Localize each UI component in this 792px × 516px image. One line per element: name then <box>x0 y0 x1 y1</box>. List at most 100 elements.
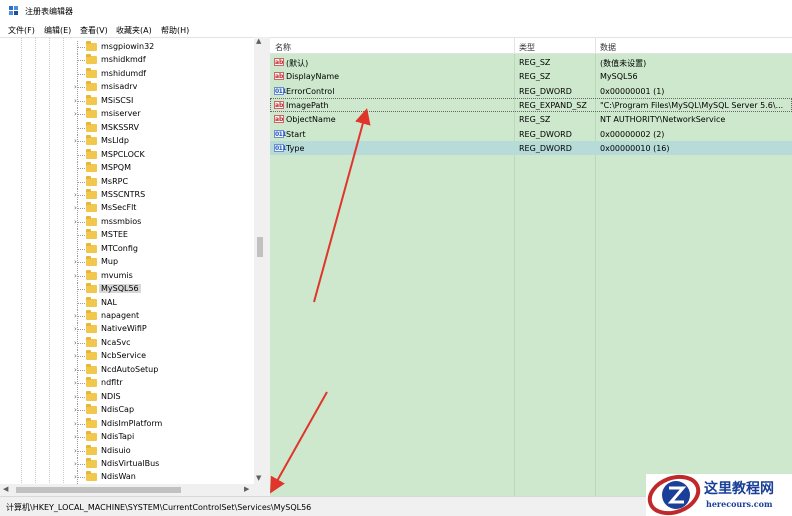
tree-item-label: msiserver <box>101 109 141 119</box>
chevron-right-icon[interactable]: › <box>74 137 77 145</box>
chevron-right-icon[interactable]: › <box>74 433 77 441</box>
tree-item[interactable]: › NdisTapi <box>0 431 254 445</box>
tree-item[interactable]: › Ndisuio <box>0 444 254 458</box>
tree-item[interactable]: › NcbService <box>0 350 254 364</box>
chevron-right-icon[interactable]: › <box>74 110 77 118</box>
tree-item[interactable]: › MSiSCSI <box>0 94 254 108</box>
value-data: 0x00000002 (2) <box>600 129 665 139</box>
tree-item[interactable]: MSKSSRV <box>0 121 254 135</box>
chevron-right-icon[interactable]: › <box>74 447 77 455</box>
tree-item[interactable]: MSTEE <box>0 229 254 243</box>
chevron-right-icon[interactable]: › <box>74 83 77 91</box>
tree-connector <box>77 188 85 202</box>
registry-values-list[interactable]: 名称 类型 数据 ab (默认) REG_SZ (数值未设置) ab DisplayNam… <box>270 37 792 497</box>
column-type-header[interactable]: 类型 <box>519 42 535 53</box>
chevron-right-icon[interactable]: › <box>74 218 77 226</box>
folder-icon <box>86 135 97 146</box>
scroll-left-icon[interactable]: ◀ <box>3 485 8 493</box>
tree-connector <box>77 377 85 391</box>
tree-horizontal-scrollbar[interactable]: ◀ ▶ <box>0 484 266 496</box>
tree-item[interactable]: NAL <box>0 296 254 310</box>
value-name: ObjectName <box>286 115 336 125</box>
tree-item[interactable]: › MsSecFlt <box>0 202 254 216</box>
tree-item[interactable]: MsRPC <box>0 175 254 189</box>
tree-item-label: ndfltr <box>101 378 123 388</box>
column-name-header[interactable]: 名称 <box>275 42 291 53</box>
tree-item[interactable]: › mssmbios <box>0 215 254 229</box>
scroll-down-icon[interactable]: ▼ <box>256 474 261 482</box>
chevron-right-icon[interactable]: › <box>74 325 77 333</box>
value-row[interactable]: ab (默认) REG_SZ (数值未设置) <box>270 55 792 69</box>
value-data: (数值未设置) <box>600 59 647 68</box>
tree-horizontal-scroll-thumb[interactable] <box>16 487 181 493</box>
menu-file[interactable]: 文件(F) <box>8 25 35 36</box>
tree-item[interactable]: › NdisCap <box>0 404 254 418</box>
tree-item-label: NdisWan <box>101 472 136 482</box>
tree-item[interactable]: MySQL56 <box>0 283 254 297</box>
tree-item-label: mshidkmdf <box>101 55 146 65</box>
chevron-right-icon[interactable]: › <box>74 420 77 428</box>
menu-help[interactable]: 帮助(H) <box>161 25 189 36</box>
chevron-right-icon[interactable]: › <box>74 258 77 266</box>
chevron-right-icon[interactable]: › <box>74 204 77 212</box>
tree-item[interactable]: › NdisVirtualBus <box>0 457 254 471</box>
value-row[interactable]: ab ImagePath REG_EXPAND_SZ "C:\Program File… <box>270 97 792 112</box>
tree-item[interactable]: › NdisImPlatform <box>0 417 254 431</box>
value-type: REG_SZ <box>519 115 551 125</box>
tree-item[interactable]: MSPQM <box>0 162 254 176</box>
tree-item-label: MsLldp <box>101 136 129 146</box>
tree-item[interactable]: › NcdAutoSetup <box>0 363 254 377</box>
tree-vertical-scrollbar[interactable]: ▲ ▼ <box>254 37 266 484</box>
folder-icon <box>86 202 97 213</box>
title-bar: 注册表编辑器 <box>0 0 792 22</box>
chevron-right-icon[interactable]: › <box>74 339 77 347</box>
chevron-right-icon[interactable]: › <box>74 393 77 401</box>
chevron-right-icon[interactable]: › <box>74 191 77 199</box>
scroll-right-icon[interactable]: ▶ <box>244 485 249 493</box>
value-row[interactable]: 011 ErrorControl REG_DWORD 0x00000001 (1) <box>270 84 792 98</box>
tree-item[interactable]: mshidkmdf <box>0 54 254 68</box>
tree-item[interactable]: › napagent <box>0 310 254 323</box>
tree-item[interactable]: mshidumdf <box>0 67 254 81</box>
chevron-right-icon[interactable]: › <box>74 272 77 280</box>
tree-item[interactable]: › MSSCNTRS <box>0 188 254 202</box>
value-row[interactable]: ab ObjectName REG_SZ NT AUTHORITY\NetworkSe… <box>270 112 792 126</box>
tree-item[interactable]: › NcaSvc <box>0 336 254 350</box>
menu-favorites[interactable]: 收藏夹(A) <box>116 25 152 36</box>
chevron-right-icon[interactable]: › <box>74 352 77 360</box>
tree-connector <box>77 81 85 95</box>
tree-vertical-scroll-thumb[interactable] <box>257 237 263 257</box>
registry-key-tree[interactable]: msgpiowin32 mshidkmdf mshidumdf › msisadrv › M… <box>0 37 266 484</box>
tree-item[interactable]: › ndfltr <box>0 377 254 391</box>
folder-icon <box>86 108 97 119</box>
column-data-header[interactable]: 数据 <box>600 42 616 53</box>
tree-connector <box>77 363 85 377</box>
tree-item[interactable]: msgpiowin32 <box>0 41 254 54</box>
value-row[interactable]: 011 Start REG_DWORD 0x00000002 (2) <box>270 127 792 141</box>
scroll-up-icon[interactable]: ▲ <box>256 37 261 45</box>
menu-edit[interactable]: 编辑(E) <box>44 25 71 36</box>
chevron-right-icon[interactable]: › <box>74 97 77 105</box>
folder-icon <box>86 229 97 240</box>
tree-item[interactable]: › mvumis <box>0 269 254 283</box>
chevron-right-icon[interactable]: › <box>74 406 77 414</box>
value-row[interactable]: 011 Type REG_DWORD 0x00000010 (16) <box>270 140 792 155</box>
tree-connector <box>77 256 85 270</box>
tree-item[interactable]: › Mup <box>0 256 254 270</box>
tree-item[interactable]: › msiserver <box>0 108 254 122</box>
tree-item[interactable]: › MsLldp <box>0 135 254 149</box>
value-row[interactable]: ab DisplayName REG_SZ MySQL56 <box>270 69 792 83</box>
value-type: REG_DWORD <box>519 86 572 96</box>
chevron-right-icon[interactable]: › <box>74 366 77 374</box>
tree-item[interactable]: › NDIS <box>0 390 254 404</box>
tree-item[interactable]: › NdisWan <box>0 471 254 484</box>
chevron-right-icon[interactable]: › <box>74 473 77 481</box>
tree-item[interactable]: MTConfig <box>0 242 254 256</box>
menu-view[interactable]: 查看(V) <box>80 25 108 36</box>
chevron-right-icon[interactable]: › <box>74 379 77 387</box>
chevron-right-icon[interactable]: › <box>74 460 77 468</box>
tree-item[interactable]: › msisadrv <box>0 81 254 95</box>
tree-item[interactable]: MSPCLOCK <box>0 148 254 162</box>
tree-item[interactable]: › NativeWifiP <box>0 323 254 337</box>
chevron-right-icon[interactable]: › <box>74 312 77 320</box>
